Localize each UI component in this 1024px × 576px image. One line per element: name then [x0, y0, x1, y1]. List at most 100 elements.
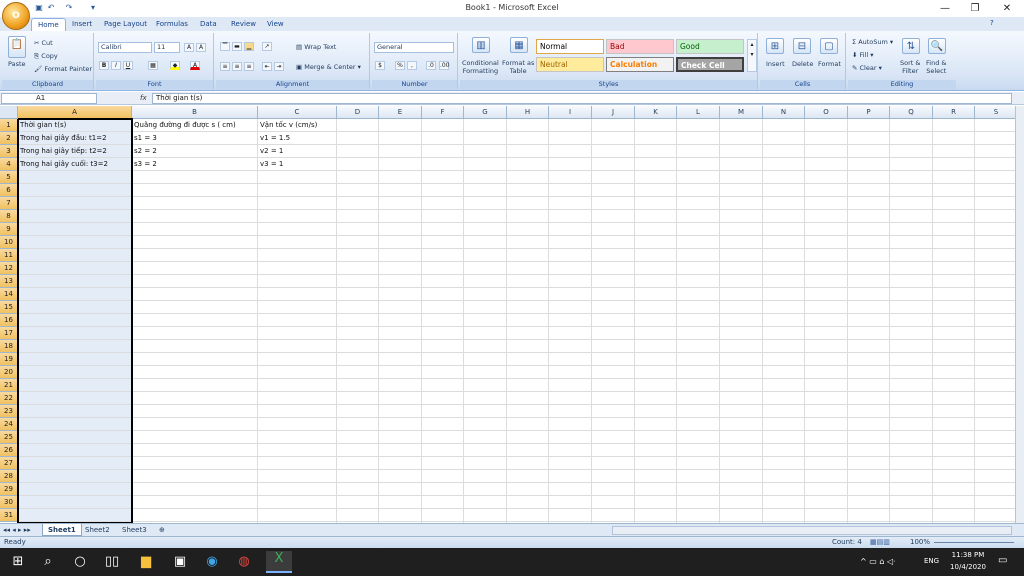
sheet-tab-3[interactable]: Sheet3: [117, 524, 152, 536]
bold-button[interactable]: B: [99, 61, 109, 70]
row-header[interactable]: 15: [0, 301, 18, 314]
row-header[interactable]: 30: [0, 496, 18, 509]
sheet-nav-icon[interactable]: ◂◂ ◂ ▸ ▸▸: [3, 524, 31, 536]
language-indicator[interactable]: ENG: [924, 557, 939, 565]
format-painter-button[interactable]: 🖌 Format Painter: [34, 65, 92, 73]
underline-button[interactable]: U: [123, 61, 133, 70]
grow-font-button[interactable]: A: [184, 43, 194, 52]
row-header[interactable]: 24: [0, 418, 18, 431]
paste-label[interactable]: Paste: [8, 60, 26, 68]
column-header[interactable]: O: [805, 106, 848, 119]
merge-center-button[interactable]: ▣ Merge & Center ▾: [296, 63, 361, 71]
insert-cells-button[interactable]: Insert: [766, 60, 785, 68]
tab-home[interactable]: Home: [31, 18, 66, 31]
row-header[interactable]: 2: [0, 132, 18, 145]
column-header[interactable]: E: [379, 106, 422, 119]
restore-button[interactable]: ❐: [960, 0, 990, 17]
style-neutral[interactable]: Neutral: [536, 57, 604, 72]
format-cells-button[interactable]: Format: [818, 60, 841, 68]
cell[interactable]: Vận tốc v (cm/s): [258, 119, 398, 132]
zoom-slider[interactable]: [934, 542, 1014, 543]
style-calculation[interactable]: Calculation: [606, 57, 674, 72]
fill-color-icon[interactable]: ◆: [170, 61, 180, 70]
chrome-icon[interactable]: ◍: [236, 554, 252, 570]
sheet-tab-1[interactable]: Sheet1: [42, 524, 82, 536]
row-header[interactable]: 13: [0, 275, 18, 288]
align-middle-icon[interactable]: ▬: [232, 42, 242, 51]
column-header[interactable]: Q: [890, 106, 933, 119]
number-format-select[interactable]: General: [374, 42, 454, 53]
row-header[interactable]: 10: [0, 236, 18, 249]
row-header[interactable]: 4: [0, 158, 18, 171]
clear-button[interactable]: ✎ Clear ▾: [852, 64, 882, 72]
cortana-icon[interactable]: ○: [72, 554, 88, 570]
minimize-button[interactable]: —: [930, 0, 960, 17]
clock-date[interactable]: 10/4/2020: [948, 563, 988, 571]
horizontal-scrollbar[interactable]: [612, 526, 1012, 535]
task-view-icon[interactable]: ▯▯: [104, 554, 120, 570]
column-header[interactable]: H: [507, 106, 549, 119]
cell[interactable]: s1 = 3: [132, 132, 258, 145]
notifications-icon[interactable]: ▭: [998, 555, 1007, 566]
row-header[interactable]: 9: [0, 223, 18, 236]
cell[interactable]: v1 = 1.5: [258, 132, 398, 145]
sort-filter-button[interactable]: Sort & Filter: [900, 59, 920, 75]
decrease-decimal-button[interactable]: .00: [439, 61, 450, 70]
copy-button[interactable]: ⎘ Copy: [34, 52, 58, 61]
insert-cells-icon[interactable]: ⊞: [766, 38, 784, 54]
worksheet-grid[interactable]: ABCDEFGHIJKLMNOPQRS 1 2 3 4 5 6 7 8 9 10 11 12 13 14 1…: [0, 106, 1015, 523]
style-check-cell[interactable]: Check Cell: [676, 57, 744, 72]
row-header[interactable]: 19: [0, 353, 18, 366]
row-header[interactable]: 5: [0, 171, 18, 184]
row-header[interactable]: 23: [0, 405, 18, 418]
save-icon[interactable]: ▣: [34, 3, 44, 13]
cut-button[interactable]: ✂ Cut: [34, 39, 53, 47]
row-header[interactable]: 11: [0, 249, 18, 262]
row-header[interactable]: 14: [0, 288, 18, 301]
insert-sheet-icon[interactable]: ⊕: [154, 524, 170, 536]
wrap-text-button[interactable]: ▤ Wrap Text: [296, 43, 336, 51]
style-bad[interactable]: Bad: [606, 39, 674, 54]
file-explorer-icon[interactable]: ▆: [138, 554, 154, 570]
shrink-font-button[interactable]: A: [196, 43, 206, 52]
tab-formulas[interactable]: Formulas: [150, 18, 194, 31]
row-header[interactable]: 28: [0, 470, 18, 483]
comma-button[interactable]: ,: [407, 61, 417, 70]
fill-button[interactable]: ⬇ Fill ▾: [852, 51, 874, 59]
increase-indent-icon[interactable]: ⇥: [274, 62, 284, 71]
orientation-icon[interactable]: ↗: [262, 42, 272, 51]
row-header[interactable]: 31: [0, 509, 18, 522]
edge-icon[interactable]: ◉: [204, 554, 220, 570]
find-select-button[interactable]: Find & Select: [926, 59, 946, 75]
cell[interactable]: Quãng đường đi được s ( cm): [132, 119, 258, 132]
align-top-icon[interactable]: ▔: [220, 42, 230, 51]
column-header[interactable]: J: [592, 106, 635, 119]
styles-more-icon[interactable]: ▴ ▾: [747, 39, 757, 72]
conditional-formatting-icon[interactable]: ▥: [472, 37, 490, 53]
row-header[interactable]: 16: [0, 314, 18, 327]
row-header[interactable]: 8: [0, 210, 18, 223]
conditional-formatting-button[interactable]: Conditional Formatting: [462, 59, 499, 75]
row-header[interactable]: 3: [0, 145, 18, 158]
search-icon[interactable]: ⌕: [40, 554, 56, 570]
column-header[interactable]: F: [422, 106, 464, 119]
align-right-icon[interactable]: ≡: [244, 62, 254, 71]
sort-filter-icon[interactable]: ⇅: [902, 38, 920, 54]
decrease-indent-icon[interactable]: ⇤: [262, 62, 272, 71]
row-header[interactable]: 6: [0, 184, 18, 197]
view-buttons-icon[interactable]: ▦▤▥: [870, 538, 890, 546]
row-header[interactable]: 26: [0, 444, 18, 457]
column-header[interactable]: L: [677, 106, 720, 119]
office-button[interactable]: O: [2, 2, 30, 30]
column-header[interactable]: K: [635, 106, 677, 119]
row-header[interactable]: 20: [0, 366, 18, 379]
autosum-button[interactable]: Σ AutoSum ▾: [852, 38, 893, 46]
find-select-icon[interactable]: 🔍: [928, 38, 946, 54]
align-left-icon[interactable]: ≡: [220, 62, 230, 71]
font-size-select[interactable]: 11: [154, 42, 180, 53]
column-header[interactable]: S: [975, 106, 1015, 119]
tab-view[interactable]: View: [261, 18, 290, 31]
row-header[interactable]: 27: [0, 457, 18, 470]
cell[interactable]: s3 = 2: [132, 158, 258, 171]
row-header[interactable]: 7: [0, 197, 18, 210]
